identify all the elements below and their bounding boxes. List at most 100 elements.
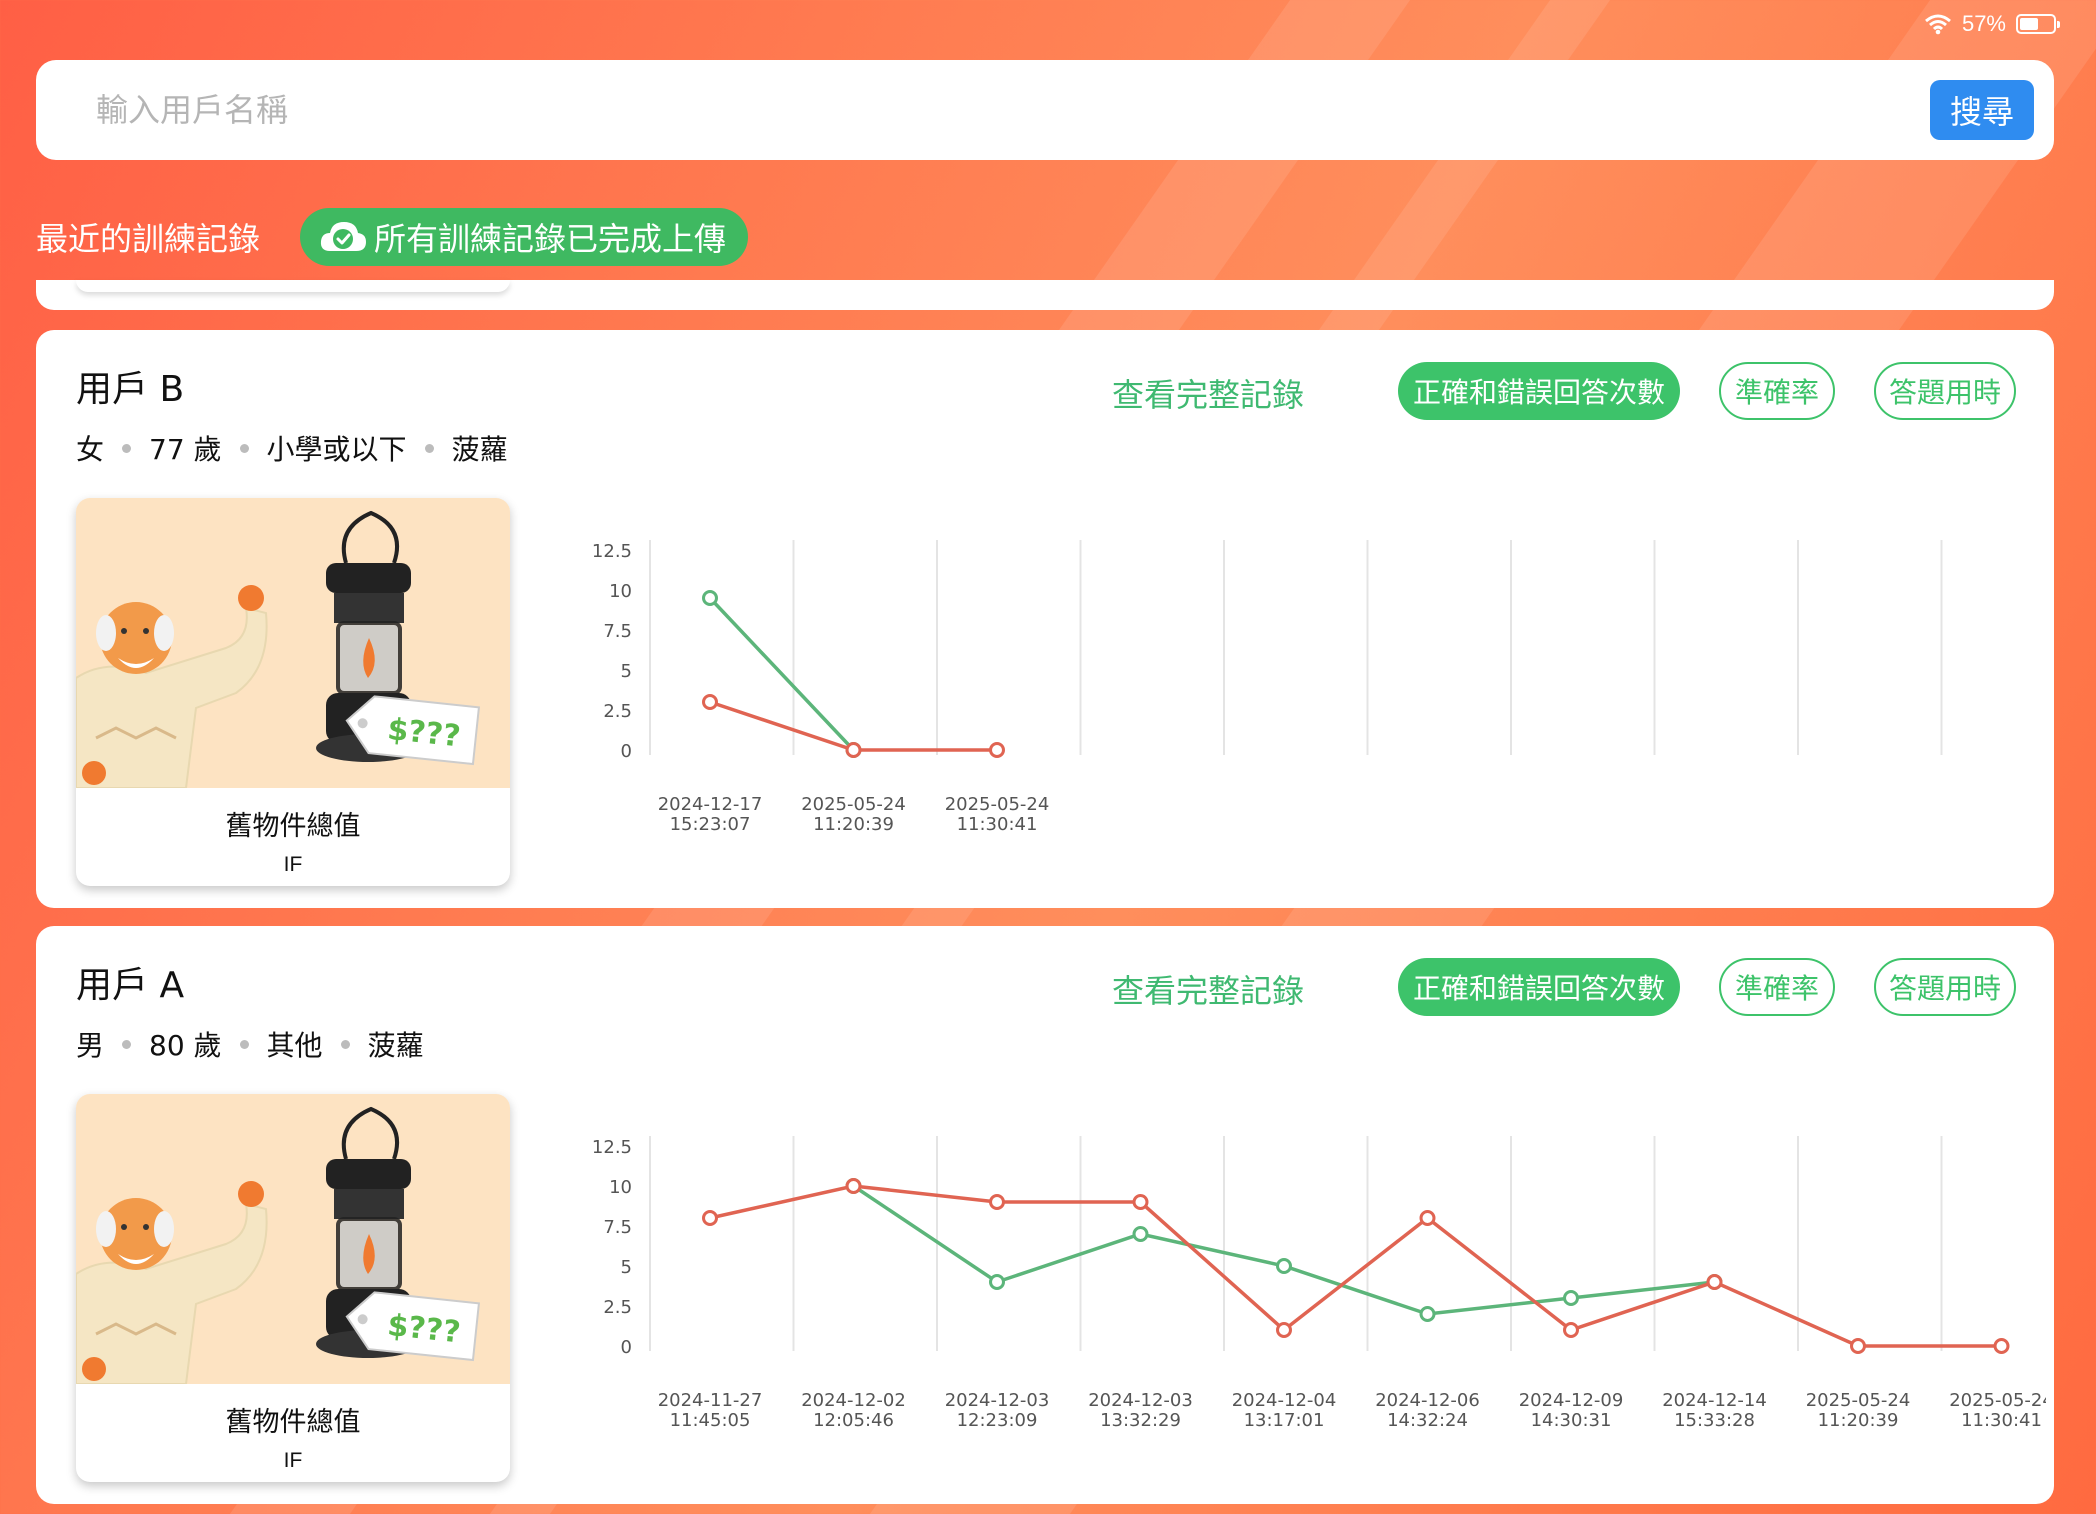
user-meta: 女 77 歲 小學或以下 菠蘿 <box>76 428 508 468</box>
x-tick-label: 11:45:05 <box>670 1410 751 1431</box>
y-tick-label: 12.5 <box>592 541 632 562</box>
x-tick-label: 13:32:29 <box>1100 1410 1181 1431</box>
x-tick-label: 2024-12-06 <box>1375 1390 1480 1411</box>
x-tick-label: 12:23:09 <box>957 1410 1038 1431</box>
x-tick-label: 2024-12-03 <box>1088 1390 1193 1411</box>
data-point-red <box>1419 1210 1436 1226</box>
user-age: 77 歲 <box>149 433 222 466</box>
data-point-green <box>989 1274 1005 1290</box>
upload-status-badge: 所有訓練記錄已完成上傳 <box>300 208 749 266</box>
separator-dot <box>239 443 249 453</box>
game-title: 舊物件總值 <box>225 811 361 842</box>
answer-count-chart: 0 2.5 5 7.5 10 12.5 2024-12-1715:23:07 2025-05-… <box>592 540 1943 835</box>
battery-percent: 57% <box>1961 11 2006 36</box>
data-point-red <box>845 1178 862 1194</box>
x-tick-label: 15:33:28 <box>1674 1410 1755 1431</box>
view-full-record-link[interactable]: 查看完整記錄 <box>1112 370 1304 416</box>
y-tick-label: 5 <box>621 1257 632 1278</box>
user-language: 菠蘿 <box>451 433 508 466</box>
x-tick-label: 11:30:41 <box>1961 1410 2042 1431</box>
data-point-red <box>1132 1194 1149 1210</box>
y-tick-label: 2.5 <box>603 701 632 722</box>
game-card[interactable]: $??? 舊物件總值 IF <box>76 1094 510 1482</box>
x-tick-label: 2024-11-27 <box>658 1390 763 1411</box>
game-illustration: $??? <box>76 498 510 789</box>
previous-record-card <box>36 280 2054 310</box>
tab-answer-time[interactable]: 答題用時 <box>1874 958 2016 1016</box>
user-education: 其他 <box>266 1029 323 1062</box>
data-point-green <box>1132 1226 1149 1242</box>
user-record-card: 用戶 B 女 77 歲 小學或以下 菠蘿 查看完整記錄 正確和錯誤回答次數 準確… <box>36 330 2054 908</box>
answer-count-chart: 0 2.5 5 7.5 10 12.5 2024-11-2711:45:05 2024-12-… <box>592 1136 2046 1431</box>
elderly-man-illustration <box>76 1181 268 1385</box>
search-button[interactable]: 搜尋 <box>1930 80 2034 140</box>
x-tick-label: 2025-05-24 <box>801 794 906 815</box>
game-subtitle: IF <box>283 1449 303 1472</box>
status-bar: 57% <box>1924 10 2060 38</box>
tab-accuracy[interactable]: 準確率 <box>1719 958 1835 1016</box>
view-full-record-link[interactable]: 查看完整記錄 <box>1112 966 1304 1012</box>
x-tick-label: 12:05:46 <box>813 1410 894 1431</box>
data-point-green <box>702 590 718 606</box>
x-tick-label: 14:30:31 <box>1531 1410 1612 1431</box>
recent-records-header: 最近的訓練記錄 所有訓練記錄已完成上傳 <box>36 208 749 266</box>
x-tick-label: 2025-05-24 <box>945 794 1050 815</box>
data-point-red <box>1563 1322 1579 1338</box>
y-tick-label: 7.5 <box>603 1217 632 1238</box>
x-tick-label: 2025-05-24 <box>1806 1390 1911 1411</box>
data-point-red <box>989 1194 1005 1210</box>
cloud-check-icon <box>320 222 367 251</box>
x-tick-label: 2024-12-03 <box>945 1390 1050 1411</box>
wifi-icon <box>1924 14 1951 35</box>
user-education: 小學或以下 <box>266 433 407 466</box>
user-language: 菠蘿 <box>367 1029 424 1062</box>
game-subtitle: IF <box>283 853 303 876</box>
search-input[interactable] <box>96 91 1930 129</box>
x-tick-label: 13:17:01 <box>1244 1410 1325 1431</box>
user-age: 80 歲 <box>149 1029 222 1062</box>
user-record-card: 用戶 A 男 80 歲 其他 菠蘿 查看完整記錄 正確和錯誤回答次數 準確率 答… <box>36 926 2054 1504</box>
y-tick-label: 0 <box>621 741 632 762</box>
recent-records-title: 最近的訓練記錄 <box>36 220 261 258</box>
series-line-green <box>852 1184 1715 1316</box>
x-tick-label: 2024-12-17 <box>658 794 763 815</box>
x-tick-label: 2025-05-24 <box>1949 1390 2046 1411</box>
previous-game-card <box>76 280 510 292</box>
search-bar: 搜尋 <box>36 60 2054 160</box>
elderly-man-illustration <box>76 585 268 789</box>
data-point-green <box>1563 1290 1579 1306</box>
game-card[interactable]: $??? 舊物件總值 IF <box>76 498 510 886</box>
tab-answer-count[interactable]: 正確和錯誤回答次數 <box>1398 362 1680 420</box>
x-tick-label: 11:20:39 <box>813 814 894 835</box>
separator-dot <box>122 443 132 453</box>
user-meta: 男 80 歲 其他 菠蘿 <box>76 1024 424 1064</box>
y-tick-label: 7.5 <box>603 621 632 642</box>
separator-dot <box>424 443 434 453</box>
separator-dot <box>340 1039 350 1049</box>
game-title: 舊物件總值 <box>225 1407 361 1438</box>
x-tick-label: 2024-12-02 <box>801 1390 906 1411</box>
x-tick-label: 11:30:41 <box>957 814 1038 835</box>
data-point-red <box>845 742 862 758</box>
user-gender: 男 <box>76 1029 105 1062</box>
data-point-red <box>702 694 718 710</box>
x-tick-label: 11:20:39 <box>1818 1410 1899 1431</box>
data-point-red <box>1706 1274 1723 1290</box>
x-tick-label: 2024-12-09 <box>1519 1390 1624 1411</box>
y-tick-label: 0 <box>621 1337 632 1358</box>
data-point-red <box>1276 1322 1292 1338</box>
data-point-green <box>1276 1258 1292 1274</box>
x-tick-label: 2024-12-14 <box>1662 1390 1767 1411</box>
y-tick-label: 12.5 <box>592 1137 632 1158</box>
data-point-green <box>1419 1306 1436 1322</box>
x-tick-label: 2024-12-04 <box>1232 1390 1337 1411</box>
tab-accuracy[interactable]: 準確率 <box>1719 362 1835 420</box>
tab-answer-count[interactable]: 正確和錯誤回答次數 <box>1398 958 1680 1016</box>
battery-icon <box>2016 14 2060 34</box>
y-tick-label: 5 <box>621 661 632 682</box>
x-tick-label: 14:32:24 <box>1387 1410 1468 1431</box>
y-tick-label: 10 <box>609 581 632 602</box>
data-point-red <box>702 1210 718 1226</box>
y-tick-label: 10 <box>609 1177 632 1198</box>
tab-answer-time[interactable]: 答題用時 <box>1874 362 2016 420</box>
